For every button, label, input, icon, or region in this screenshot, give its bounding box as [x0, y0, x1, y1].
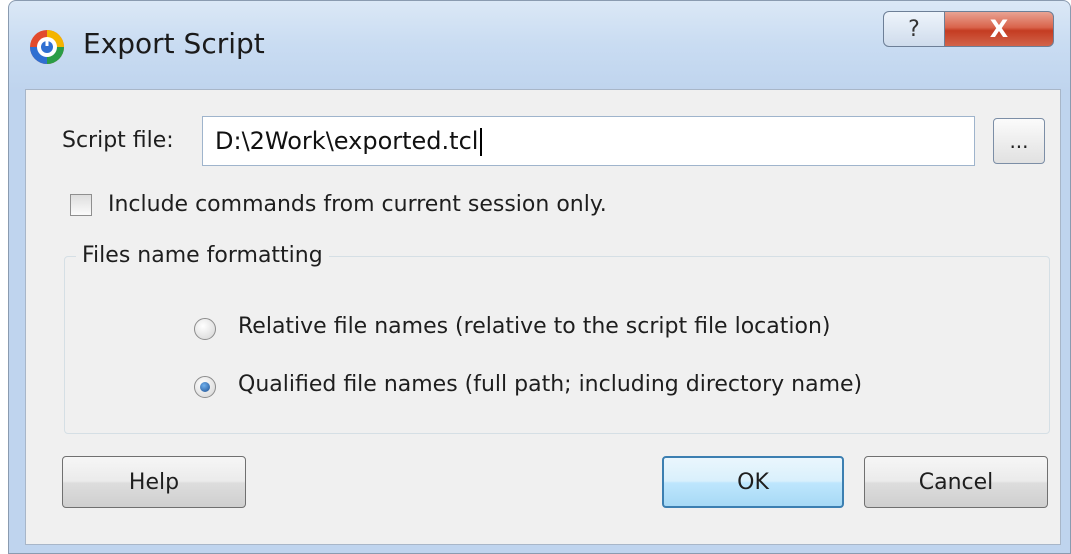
close-icon: X — [989, 15, 1009, 43]
files-name-formatting-group — [64, 256, 1050, 434]
include-current-session-label[interactable]: Include commands from current session on… — [108, 192, 607, 217]
qualified-file-names-label[interactable]: Qualified file names (full path; includi… — [238, 372, 862, 397]
relative-file-names-radio[interactable] — [194, 318, 216, 340]
title-bar[interactable]: Export Script ? X — [9, 1, 1070, 89]
ok-button[interactable]: OK — [662, 456, 844, 508]
qualified-file-names-radio[interactable] — [194, 376, 216, 398]
relative-file-names-label[interactable]: Relative file names (relative to the scr… — [238, 314, 830, 339]
export-script-dialog: Export Script ? X Script file: D:\2Work\… — [8, 0, 1071, 554]
dialog-client-area: Script file: D:\2Work\exported.tcl ... I… — [25, 89, 1061, 545]
text-caret — [480, 128, 483, 156]
question-mark-icon: ? — [908, 16, 920, 42]
script-file-label: Script file: — [62, 128, 174, 153]
ellipsis-icon: ... — [1009, 129, 1029, 153]
window-title: Export Script — [83, 27, 265, 60]
app-logo-icon — [30, 30, 64, 64]
script-file-value: D:\2Work\exported.tcl — [215, 127, 479, 155]
browse-button[interactable]: ... — [993, 118, 1045, 164]
cancel-button[interactable]: Cancel — [864, 456, 1048, 508]
files-name-formatting-legend: Files name formatting — [76, 243, 329, 268]
title-help-button[interactable]: ? — [883, 11, 945, 47]
script-file-input[interactable]: D:\2Work\exported.tcl — [202, 116, 975, 166]
help-button[interactable]: Help — [62, 456, 246, 508]
include-current-session-checkbox[interactable] — [70, 194, 92, 216]
title-close-button[interactable]: X — [944, 11, 1054, 47]
